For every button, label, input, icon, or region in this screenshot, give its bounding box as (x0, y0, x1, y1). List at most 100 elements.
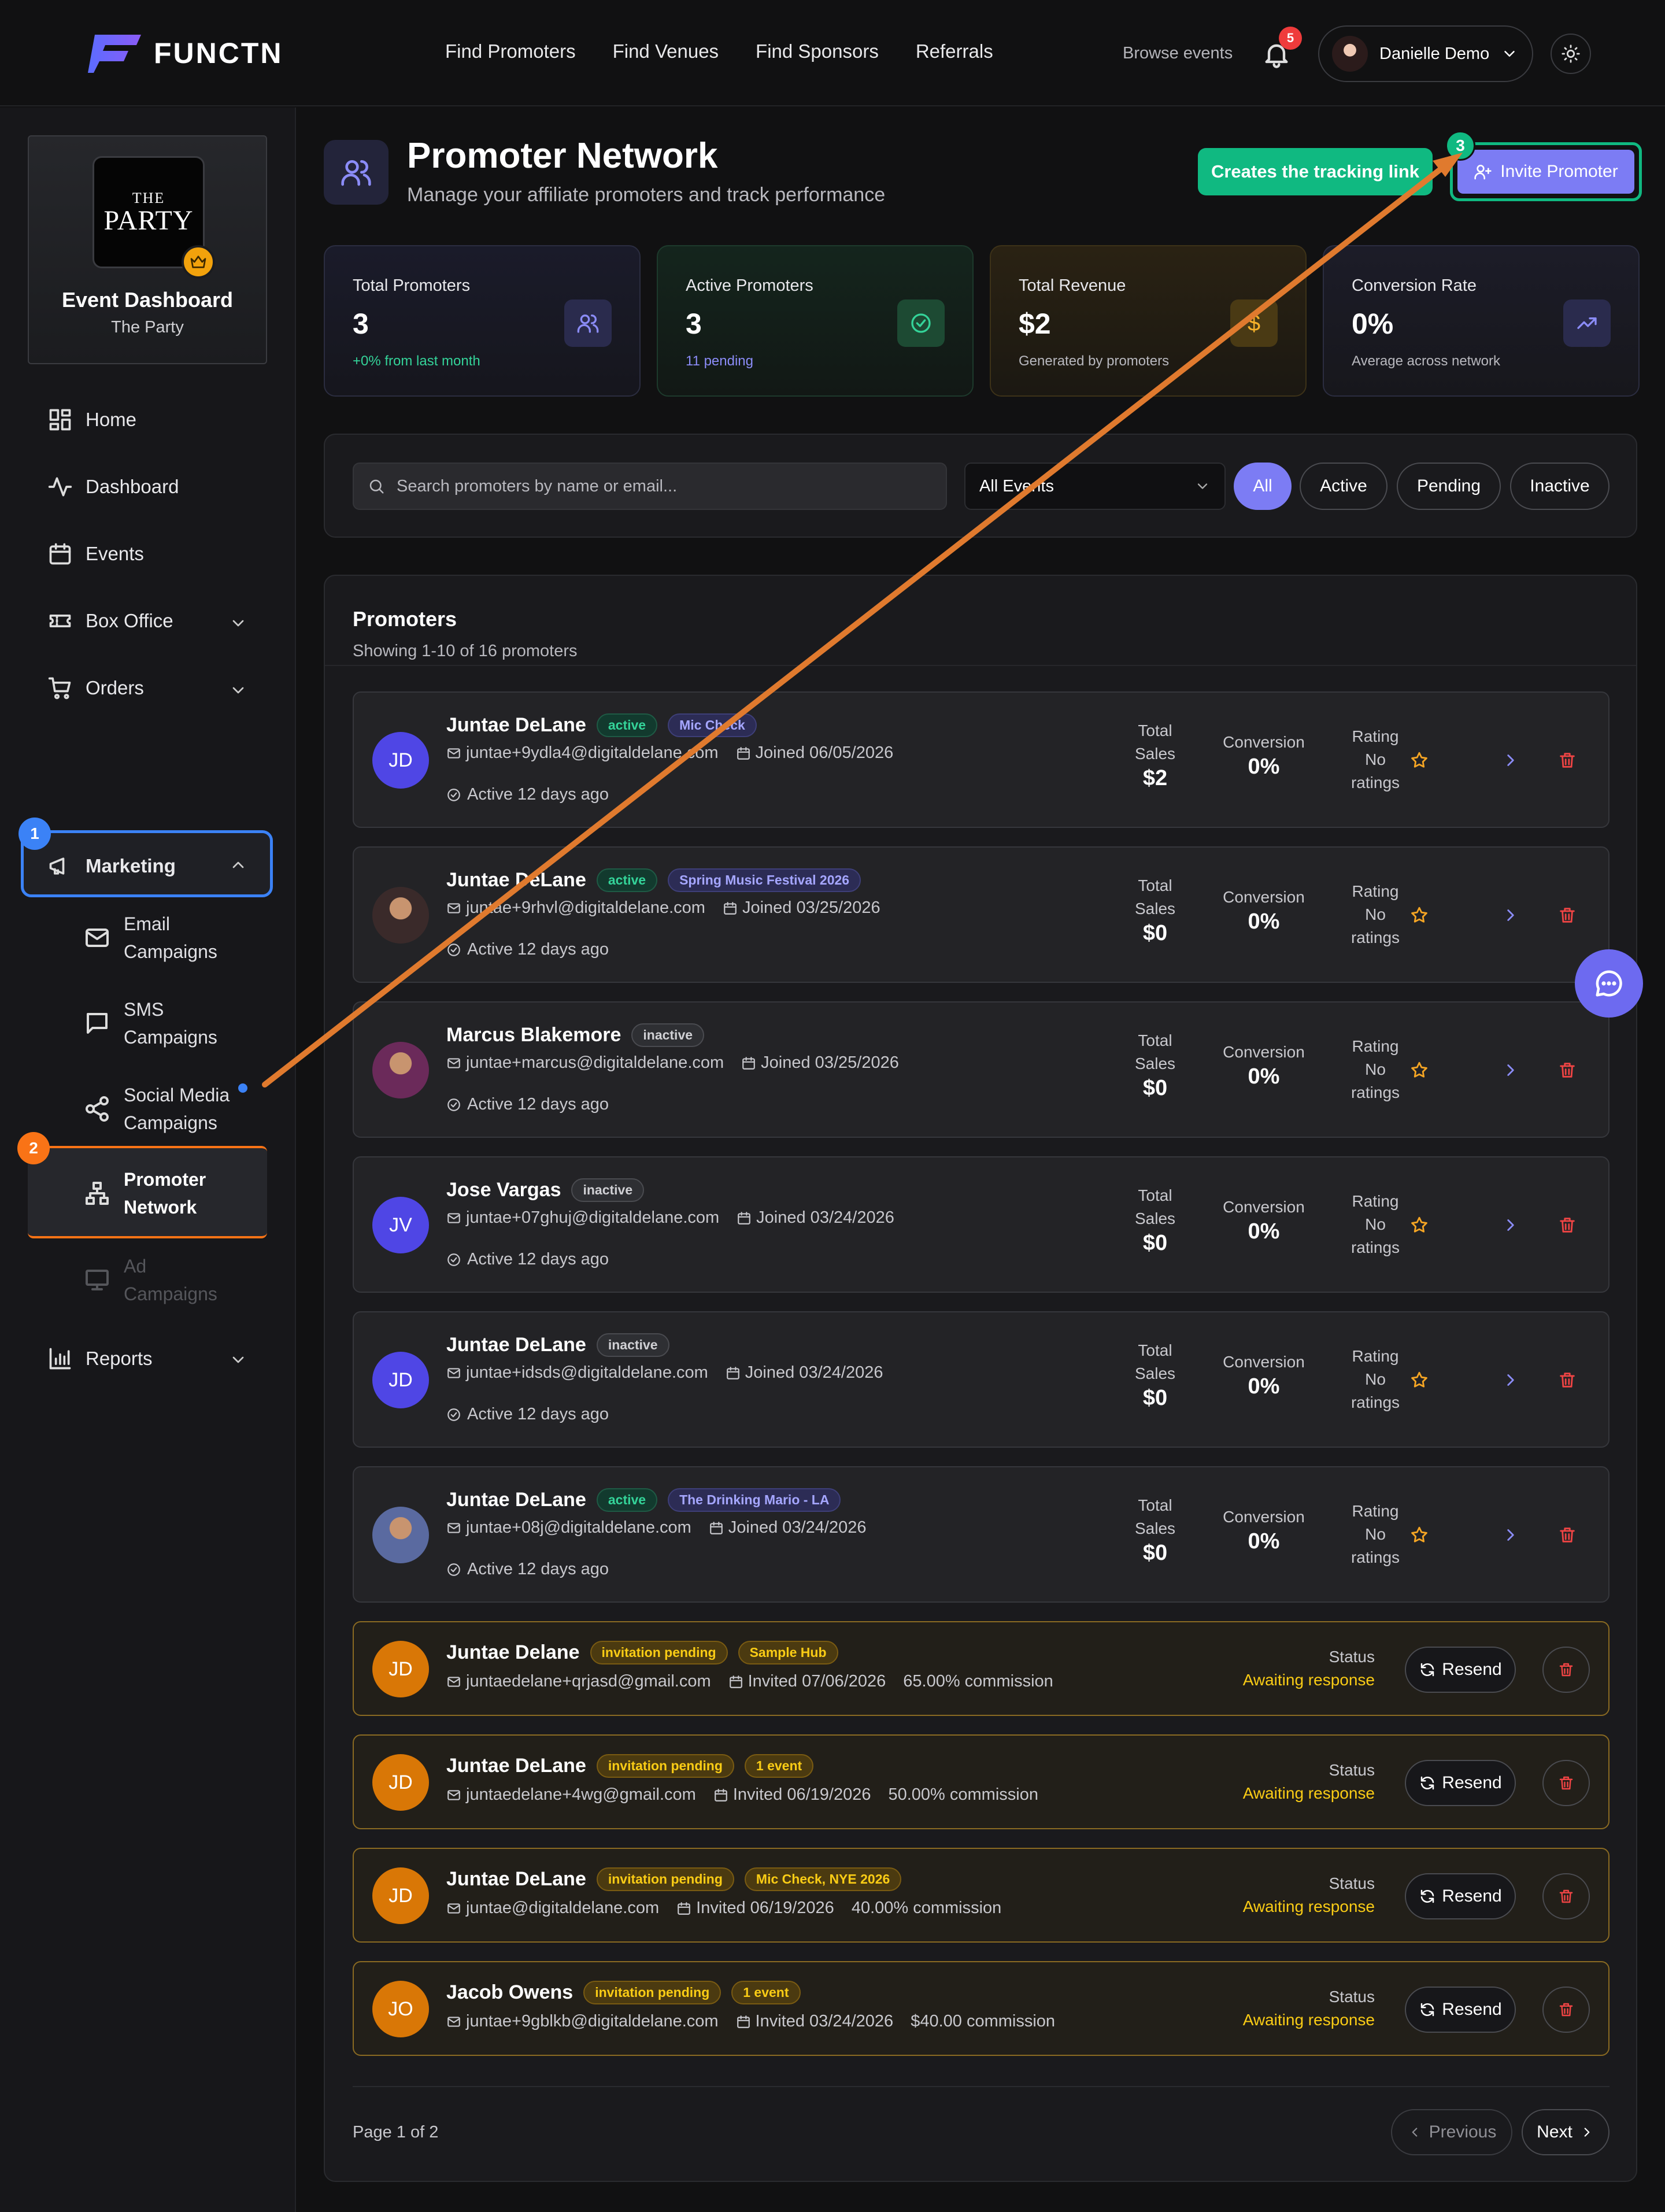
sidebar-item-box-office[interactable]: Box Office (47, 608, 173, 634)
trash-icon[interactable] (1557, 1370, 1577, 1390)
user-menu[interactable]: Danielle Demo (1318, 25, 1533, 82)
filter-pill-inactive[interactable]: Inactive (1510, 463, 1610, 510)
sidebar-item-sms-campaigns[interactable]: SMS Campaigns (83, 996, 217, 1051)
filter-pill-pending[interactable]: Pending (1397, 463, 1501, 510)
annotation-step-3: 3 (1445, 131, 1475, 161)
nav-find-sponsors[interactable]: Find Sponsors (756, 40, 879, 62)
next-page-button[interactable]: Next (1522, 2109, 1610, 2155)
chevron-right-icon[interactable] (1501, 905, 1520, 925)
star-icon[interactable] (1409, 905, 1429, 925)
star-icon[interactable] (1409, 1060, 1429, 1080)
trash-icon[interactable] (1557, 1525, 1577, 1545)
trash-icon[interactable] (1557, 1060, 1577, 1080)
promoter-name: Juntae DeLane (446, 1334, 586, 1356)
resend-button[interactable]: Resend (1405, 1760, 1516, 1806)
megaphone-icon (49, 857, 65, 875)
star-icon[interactable] (1409, 1370, 1429, 1390)
previous-page-button[interactable]: Previous (1391, 2109, 1512, 2155)
star-icon[interactable] (1409, 1215, 1429, 1235)
chevron-down-icon[interactable] (229, 681, 247, 700)
pending-invite-row[interactable]: JO Jacob Owens invitation pending 1 even… (353, 1961, 1610, 2056)
sidebar-item-dashboard[interactable]: Dashboard (47, 474, 179, 500)
sidebar-item-marketing[interactable]: Marketing (47, 853, 176, 879)
delete-invite-button[interactable] (1542, 1873, 1590, 1919)
pending-invite-row[interactable]: JD Juntae DeLane invitation pending Mic … (353, 1848, 1610, 1943)
brand-logo[interactable]: FUNCTN (88, 32, 283, 74)
sidebar-item-social-media-campaigns[interactable]: Social Media Campaigns (83, 1081, 230, 1137)
resend-button[interactable]: Resend (1405, 1987, 1516, 2033)
pending-invite-row[interactable]: JD Juntae Delane invitation pending Samp… (353, 1621, 1610, 1716)
promoter-name: Juntae DeLane (446, 1755, 586, 1777)
avatar: JD (372, 1867, 429, 1924)
promoter-email: juntae+07ghuj@digitaldelane.com (466, 1208, 720, 1227)
sidebar-item-ad-campaigns[interactable]: Ad Campaigns (83, 1252, 217, 1308)
sidebar-item-promoter-network[interactable]: Promoter Network (83, 1166, 206, 1221)
trash-icon (1559, 1776, 1573, 1790)
promoter-row[interactable]: JD Juntae DeLane active Mic Check juntae… (353, 691, 1610, 828)
nav-find-promoters[interactable]: Find Promoters (445, 40, 576, 62)
invite-promoter-button[interactable]: Invite Promoter (1457, 150, 1634, 194)
promoter-name: Jacob Owens (446, 1981, 574, 2003)
status-badge: inactive (571, 1178, 645, 1202)
trash-icon[interactable] (1557, 905, 1577, 925)
chevron-right-icon[interactable] (1501, 1370, 1520, 1390)
delete-invite-button[interactable] (1542, 1760, 1590, 1806)
trash-icon[interactable] (1557, 750, 1577, 770)
sidebar-item-reports[interactable]: Reports (47, 1346, 153, 1371)
promoter-email: juntae+idsds@digitaldelane.com (466, 1363, 708, 1382)
promoter-email: juntae+08j@digitaldelane.com (466, 1518, 691, 1537)
chevron-up-icon[interactable] (229, 856, 247, 874)
check-circle-icon (447, 1563, 460, 1576)
filter-pill-active[interactable]: Active (1300, 463, 1388, 510)
total-sales: Total Sales $0 (1134, 876, 1176, 945)
resend-button[interactable]: Resend (1405, 1647, 1516, 1693)
stat-card-conversion-rate: Conversion Rate 0% Average across networ… (1323, 245, 1640, 397)
joined-date: Joined 03/24/2026 (728, 1518, 867, 1537)
search-input[interactable]: Search promoters by name or email... (353, 463, 947, 510)
filter-bar: Search promoters by name or email... All… (324, 434, 1637, 538)
sidebar-item-home[interactable]: Home (47, 407, 136, 432)
check-circle-icon (447, 1408, 460, 1421)
star-icon[interactable] (1409, 1525, 1429, 1545)
sidebar-item-events[interactable]: Events (47, 541, 144, 567)
rating: Rating No ratings (1350, 727, 1400, 791)
star-icon[interactable] (1409, 750, 1429, 770)
chevron-right-icon[interactable] (1501, 750, 1520, 770)
chevron-down-icon[interactable] (229, 1351, 247, 1369)
promoter-row[interactable]: JD Juntae DeLane inactive juntae+idsds@d… (353, 1311, 1610, 1448)
divider (325, 665, 1636, 666)
browse-events-link[interactable]: Browse events (1123, 44, 1233, 63)
status-badge: active (596, 1488, 658, 1512)
chat-support-icon[interactable] (1575, 949, 1643, 1018)
promoter-row[interactable]: Marcus Blakemore inactive juntae+marcus@… (353, 1001, 1610, 1138)
refresh-icon (1421, 1663, 1434, 1677)
theme-toggle-sun-icon[interactable] (1551, 34, 1591, 74)
mail-icon (86, 929, 109, 947)
sidebar-item-orders[interactable]: Orders (47, 675, 144, 701)
users-icon (564, 299, 612, 347)
filter-pill-all[interactable]: All (1234, 463, 1292, 510)
event-badge: Spring Music Festival 2026 (668, 868, 861, 892)
delete-invite-button[interactable] (1542, 1987, 1590, 2033)
sidebar-item-email-campaigns[interactable]: Email Campaigns (83, 910, 217, 966)
resend-button[interactable]: Resend (1405, 1873, 1516, 1919)
nav-find-venues[interactable]: Find Venues (613, 40, 719, 62)
promoter-row[interactable]: Juntae DeLane active Spring Music Festiv… (353, 846, 1610, 983)
annotation-step-1: 1 (18, 818, 51, 850)
event-filter-select[interactable]: All Events (964, 463, 1226, 510)
nav-referrals[interactable]: Referrals (916, 40, 993, 62)
promoter-row[interactable]: JV Jose Vargas inactive juntae+07ghuj@di… (353, 1156, 1610, 1293)
chevron-right-icon[interactable] (1501, 1060, 1520, 1080)
delete-invite-button[interactable] (1542, 1647, 1590, 1693)
commission: 65.00% commission (903, 1672, 1053, 1691)
event-card[interactable]: THE PARTY Event Dashboard The Party (28, 135, 267, 364)
promoter-row[interactable]: Juntae DeLane active The Drinking Mario … (353, 1466, 1610, 1603)
status-badge: invitation pending (590, 1641, 728, 1664)
chevron-right-icon[interactable] (1501, 1215, 1520, 1235)
page-title: Promoter Network (407, 136, 718, 176)
pending-invite-row[interactable]: JD Juntae DeLane invitation pending 1 ev… (353, 1734, 1610, 1829)
trash-icon[interactable] (1557, 1215, 1577, 1235)
chevron-down-icon[interactable] (229, 614, 247, 632)
chevron-right-icon[interactable] (1501, 1525, 1520, 1545)
avatar: JV (372, 1197, 429, 1253)
